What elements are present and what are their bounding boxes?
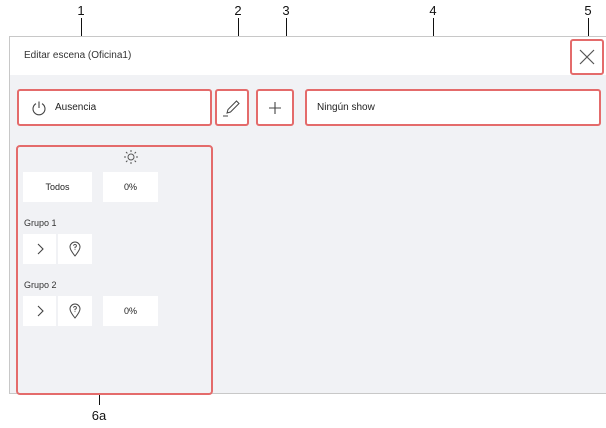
power-icon bbox=[32, 101, 46, 115]
callout-6a: 6a bbox=[91, 408, 107, 423]
callout-2: 2 bbox=[234, 3, 242, 18]
group-2-locate-button[interactable] bbox=[58, 296, 92, 326]
chevron-right-icon bbox=[37, 243, 44, 255]
group-2-brightness[interactable]: 0% bbox=[103, 296, 158, 326]
edit-scene-button[interactable] bbox=[215, 89, 249, 126]
scene-state-label: Ausencia bbox=[55, 102, 97, 113]
all-groups-tile[interactable]: Todos bbox=[23, 172, 92, 202]
callout-3: 3 bbox=[282, 3, 290, 18]
location-pin-icon bbox=[69, 241, 81, 257]
sun-icon bbox=[124, 150, 138, 164]
all-groups-brightness[interactable]: 0% bbox=[103, 172, 158, 202]
group-1-expand-button[interactable] bbox=[23, 234, 56, 264]
dialog-title: Editar escena (Oficina1) bbox=[24, 50, 132, 61]
location-pin-icon bbox=[69, 303, 81, 319]
chevron-right-icon bbox=[37, 305, 44, 317]
close-icon bbox=[579, 49, 595, 65]
group-1-locate-button[interactable] bbox=[58, 234, 92, 264]
close-button[interactable] bbox=[570, 39, 604, 75]
callout-4: 4 bbox=[429, 3, 437, 18]
scene-state-button[interactable]: Ausencia bbox=[17, 89, 212, 126]
callout-1: 1 bbox=[77, 3, 85, 18]
show-selector[interactable]: Ningún show bbox=[305, 89, 601, 126]
add-button[interactable] bbox=[256, 89, 294, 126]
pencil-icon bbox=[223, 99, 240, 116]
group-2-expand-button[interactable] bbox=[23, 296, 56, 326]
plus-icon bbox=[269, 101, 281, 114]
callout-6a-line bbox=[99, 395, 100, 405]
callout-5: 5 bbox=[584, 3, 592, 18]
group-1-label: Grupo 1 bbox=[24, 218, 57, 228]
group-2-label: Grupo 2 bbox=[24, 280, 57, 290]
